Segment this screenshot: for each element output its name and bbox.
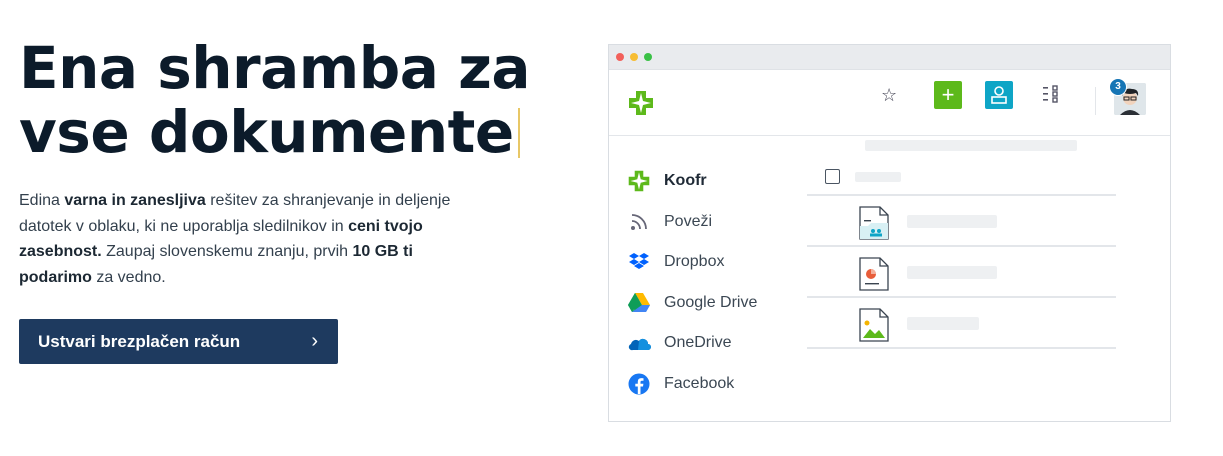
sidebar: Koofr Poveži Dropbox Google Drive OneDri…: [627, 161, 797, 404]
file-name-placeholder: [907, 215, 997, 228]
headline-line-2: vse dokumente: [19, 98, 514, 166]
file-name-placeholder: [907, 317, 979, 330]
presentation-file-icon: [859, 257, 889, 291]
sidebar-item-koofr[interactable]: Koofr: [627, 161, 797, 202]
sidebar-item-label: OneDrive: [664, 334, 732, 352]
close-dot: [616, 53, 624, 61]
sidebar-item-facebook[interactable]: Facebook: [627, 364, 797, 405]
add-button[interactable]: +: [934, 81, 962, 109]
sidebar-item-label: Koofr: [664, 172, 707, 190]
file-row[interactable]: [807, 247, 1116, 298]
hero: Ena shramba za vse dokumente: [19, 36, 539, 164]
create-account-button[interactable]: Ustvari brezplačen račun ›: [19, 319, 338, 364]
sidebar-item-label: Google Drive: [664, 293, 758, 311]
sidebar-item-label: Poveži: [664, 212, 713, 230]
sidebar-item-dropbox[interactable]: Dropbox: [627, 242, 797, 283]
file-list-header: [807, 162, 1116, 196]
desc-text: Edina: [19, 192, 65, 209]
sidebar-item-label: Facebook: [664, 374, 735, 392]
file-list: [807, 162, 1116, 349]
hero-description: Edina varna in zanesljiva rešitev za shr…: [19, 188, 489, 290]
headline-line-1: Ena shramba za: [19, 34, 530, 102]
sidebar-item-google-drive[interactable]: Google Drive: [627, 283, 797, 324]
image-file-icon: [859, 308, 889, 342]
window-titlebar: [609, 45, 1170, 70]
koofr-logo[interactable]: [627, 89, 655, 117]
desc-text: Zaupaj slovenskemu znanju, prvih: [101, 243, 353, 260]
minimize-dot: [630, 53, 638, 61]
plus-icon: +: [941, 82, 955, 107]
grid-list-icon[interactable]: [1042, 85, 1060, 103]
search-bar-placeholder[interactable]: [865, 140, 1077, 151]
desc-text: za vedno.: [91, 268, 166, 286]
text-cursor: [517, 108, 520, 158]
notification-badge[interactable]: 3: [1109, 78, 1127, 96]
app-window-mockup: ☆ + 3 Koofr Poveži Dropbox Google Drive …: [608, 44, 1171, 422]
sidebar-item-label: Dropbox: [664, 253, 725, 271]
sidebar-item-connect[interactable]: Poveži: [627, 202, 797, 243]
header-placeholder: [855, 172, 901, 182]
facebook-icon: [627, 372, 651, 396]
file-name-placeholder: [907, 266, 997, 279]
maximize-dot: [644, 53, 652, 61]
chevron-right-icon: ›: [311, 330, 318, 352]
desc-bold: varna in zanesljiva: [64, 192, 206, 209]
headline: Ena shramba za vse dokumente: [19, 36, 539, 164]
share-user-button[interactable]: [985, 81, 1013, 109]
create-account-label: Ustvari brezplačen račun: [38, 331, 241, 351]
onedrive-icon: [627, 331, 651, 355]
user-icon: [991, 86, 1007, 104]
dropbox-icon: [627, 250, 651, 274]
sidebar-item-onedrive[interactable]: OneDrive: [627, 323, 797, 364]
google-drive-icon: [627, 291, 651, 315]
rss-icon: [627, 210, 651, 234]
select-all-checkbox[interactable]: [825, 169, 840, 184]
koofr-icon: [627, 169, 651, 193]
file-row[interactable]: [807, 298, 1116, 349]
app-header: ☆ + 3: [609, 69, 1170, 151]
spreadsheet-file-icon: [859, 206, 889, 240]
header-divider: [1095, 87, 1096, 115]
star-icon[interactable]: ☆: [881, 85, 897, 106]
file-row[interactable]: [807, 196, 1116, 247]
